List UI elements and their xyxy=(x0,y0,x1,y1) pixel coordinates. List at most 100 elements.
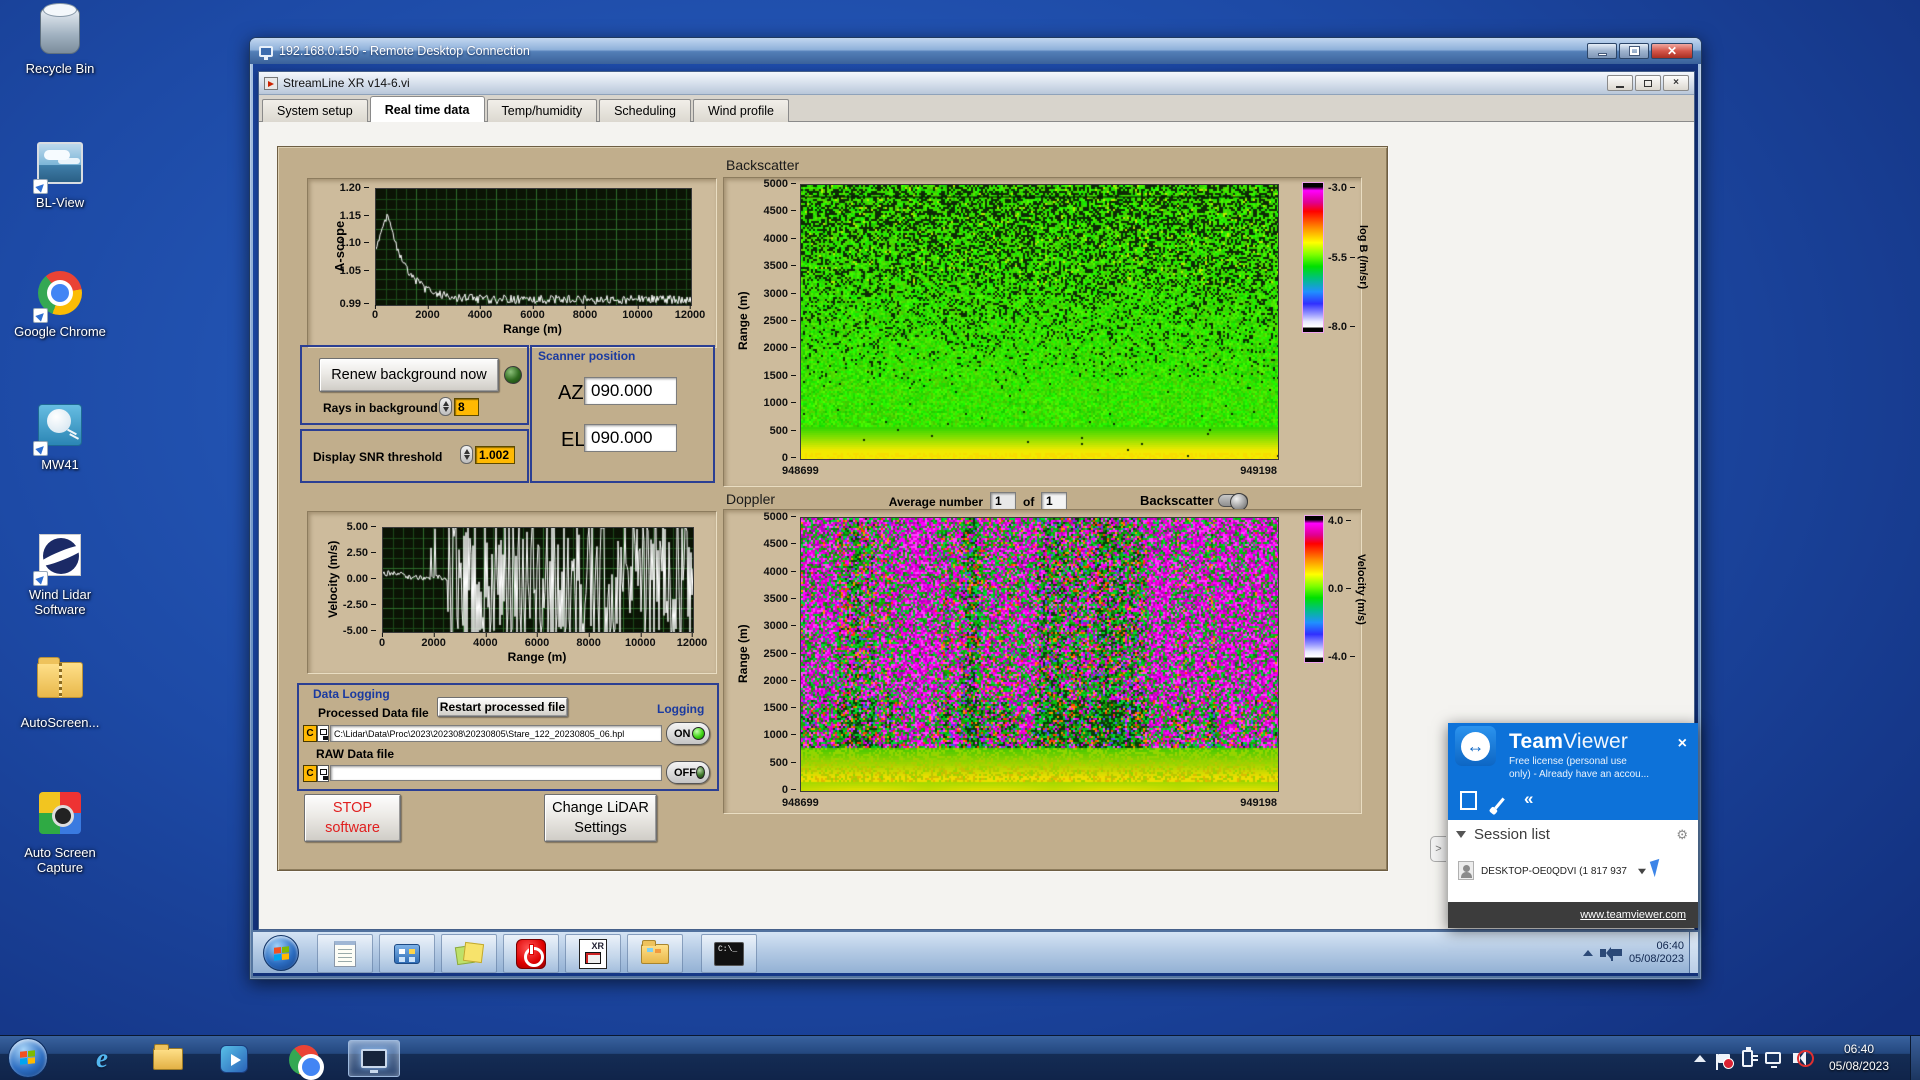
colorbar-tick-label: -3.0 xyxy=(1328,182,1355,194)
raw-path-icon[interactable] xyxy=(317,765,329,782)
stop-software-button[interactable]: STOP software xyxy=(304,794,401,842)
remote-taskbar-control-panel[interactable] xyxy=(379,934,435,973)
host-taskbar-rdp-active[interactable] xyxy=(348,1040,400,1077)
tab-real-time-data[interactable]: Real time data xyxy=(370,96,485,122)
x-tick-label: 12000 xyxy=(677,637,708,649)
streamline-title-bar[interactable]: StreamLine XR v14-6.vi × xyxy=(259,72,1694,95)
power-plug-icon[interactable] xyxy=(1742,1050,1753,1067)
remote-clock[interactable]: 06:40 05/08/2023 xyxy=(1629,940,1684,966)
rdp-minimize-button[interactable] xyxy=(1587,43,1617,59)
internet-explorer-icon: e xyxy=(96,1043,108,1074)
app-minimize-button[interactable] xyxy=(1607,75,1633,91)
y-tick-label: 2500 xyxy=(764,315,796,327)
rays-value-field[interactable]: 8 xyxy=(454,398,479,416)
rdp-title-bar[interactable]: 192.168.0.150 - Remote Desktop Connectio… xyxy=(250,38,1701,64)
teamviewer-title-light: Viewer xyxy=(1563,730,1628,753)
session-dropdown-icon[interactable] xyxy=(1638,869,1646,875)
tab-system-setup[interactable]: System setup xyxy=(262,99,368,122)
desktop-icon-wind-lidar[interactable]: Wind Lidar Software xyxy=(10,530,110,617)
ascope-x-axis-label: Range (m) xyxy=(375,322,690,336)
desktop-icon-mw41[interactable]: MW41 xyxy=(10,400,110,472)
remote-taskbar-explorer[interactable] xyxy=(627,934,683,973)
renew-background-button[interactable]: Renew background now xyxy=(319,358,499,392)
remote-volume-icon[interactable] xyxy=(1600,949,1606,957)
teamviewer-website-link[interactable]: www.teamviewer.com xyxy=(1580,909,1686,921)
tab-strip: System setup Real time data Temp/humidit… xyxy=(259,95,1694,122)
app-close-button[interactable]: × xyxy=(1663,75,1689,91)
desktop-icon-google-chrome[interactable]: Google Chrome xyxy=(10,268,110,339)
host-taskbar: e 06:40 05/08/2023 xyxy=(0,1035,1920,1080)
rdp-maximize-button[interactable] xyxy=(1619,43,1649,59)
teamviewer-close-icon[interactable]: × xyxy=(1678,736,1687,752)
processed-logging-on-button[interactable]: ON xyxy=(666,722,710,745)
volume-muted-icon[interactable] xyxy=(1793,1053,1800,1063)
raw-path-field[interactable] xyxy=(330,765,662,781)
snr-spinner[interactable] xyxy=(460,445,473,464)
snr-value-field[interactable]: 1.002 xyxy=(475,446,515,464)
host-clock[interactable]: 06:40 05/08/2023 xyxy=(1816,1041,1902,1075)
rdp-close-button[interactable]: ✕ xyxy=(1651,43,1693,59)
x-tick-label: 2000 xyxy=(415,309,439,321)
remote-taskbar-cmd[interactable]: C:\_ xyxy=(701,934,757,973)
teamviewer-license-line1: Free license (personal use xyxy=(1509,755,1627,768)
teamviewer-expand-tab[interactable]: > xyxy=(1430,836,1446,862)
tab-wind-profile[interactable]: Wind profile xyxy=(693,99,789,122)
y-tick-label: 0 xyxy=(782,452,796,464)
remote-start-button[interactable] xyxy=(263,935,299,971)
average-number-field[interactable]: 1 xyxy=(990,492,1016,510)
app-maximize-button[interactable] xyxy=(1635,75,1661,91)
average-of-field[interactable]: 1 xyxy=(1041,492,1067,510)
restart-processed-file-button[interactable]: Restart processed file xyxy=(437,697,568,717)
teamviewer-whiteboard-icon[interactable] xyxy=(1498,797,1501,810)
remote-taskbar-sticky-notes[interactable] xyxy=(441,934,497,973)
remote-action-center-icon[interactable] xyxy=(1613,949,1622,956)
raw-drive-selector[interactable]: C xyxy=(303,765,317,782)
desktop-icon-auto-screen-capture[interactable]: Auto Screen Capture xyxy=(10,788,110,875)
shortcut-arrow-icon xyxy=(33,571,48,586)
processed-drive-selector[interactable]: C xyxy=(303,725,317,742)
remote-taskbar-notepad[interactable] xyxy=(317,934,373,973)
shortcut-arrow-icon xyxy=(33,179,48,194)
remote-taskbar-streamline-xr[interactable]: XR xyxy=(565,934,621,973)
host-start-button[interactable] xyxy=(8,1038,48,1078)
remote-tray-expand-icon[interactable] xyxy=(1583,950,1593,956)
desktop-icon-autoscreen-zip[interactable]: AutoScreen... xyxy=(10,654,110,730)
power-stop-icon xyxy=(516,939,546,969)
backscatter-toggle[interactable] xyxy=(1218,494,1248,507)
teamviewer-sessions-icon[interactable] xyxy=(1464,795,1477,810)
backscatter-colorbar-ticks: -3.0 -5.5 -8.0 xyxy=(1326,182,1358,333)
tray-expand-icon[interactable] xyxy=(1694,1055,1706,1062)
y-tick-label: 1500 xyxy=(764,702,796,714)
desktop-icon-bl-view[interactable]: BL-View xyxy=(10,138,110,210)
tab-temp-humidity[interactable]: Temp/humidity xyxy=(487,99,598,122)
x-tick-label: 6000 xyxy=(520,309,544,321)
network-icon[interactable] xyxy=(1765,1052,1781,1064)
mw41-icon xyxy=(35,404,85,454)
remote-time: 06:40 xyxy=(1629,940,1684,953)
change-lidar-settings-button[interactable]: Change LiDAR Settings xyxy=(544,794,657,842)
teamviewer-collapse-icon[interactable]: « xyxy=(1524,789,1533,809)
az-field[interactable]: 090.000 xyxy=(584,377,677,405)
remote-show-desktop-button[interactable] xyxy=(1689,932,1698,973)
host-show-desktop-button[interactable] xyxy=(1910,1036,1920,1080)
el-field[interactable]: 090.000 xyxy=(584,424,677,452)
colorbar-tick-label: 0.0 xyxy=(1328,583,1351,595)
session-list-caret-icon[interactable] xyxy=(1456,831,1466,838)
host-taskbar-chrome[interactable] xyxy=(282,1040,326,1077)
host-taskbar-explorer[interactable] xyxy=(146,1040,190,1077)
processed-path-field[interactable]: C:\Lidar\Data\Proc\2023\202308\20230805\… xyxy=(330,725,662,742)
session-name[interactable]: DESKTOP-OE0QDVI (1 817 937 xyxy=(1481,866,1627,877)
rays-spinner[interactable] xyxy=(439,397,452,416)
streamline-xr-icon: XR xyxy=(579,939,607,969)
session-cursor-icon[interactable] xyxy=(1650,859,1664,877)
desktop-icon-recycle-bin[interactable]: Recycle Bin xyxy=(10,6,110,76)
action-center-icon[interactable] xyxy=(1718,1054,1730,1063)
host-taskbar-media-player[interactable] xyxy=(212,1040,256,1077)
session-list-gear-icon[interactable]: ⚙ xyxy=(1676,827,1688,843)
raw-logging-off-button[interactable]: OFF xyxy=(666,761,710,784)
processed-path-icon[interactable] xyxy=(317,725,329,742)
backscatter-chart-frame: 5000 4500 4000 3500 3000 2500 2000 1500 1000 500 0… xyxy=(723,177,1362,487)
tab-scheduling[interactable]: Scheduling xyxy=(599,99,691,122)
host-taskbar-ie[interactable]: e xyxy=(80,1040,124,1077)
remote-taskbar-stop-app[interactable] xyxy=(503,934,559,973)
